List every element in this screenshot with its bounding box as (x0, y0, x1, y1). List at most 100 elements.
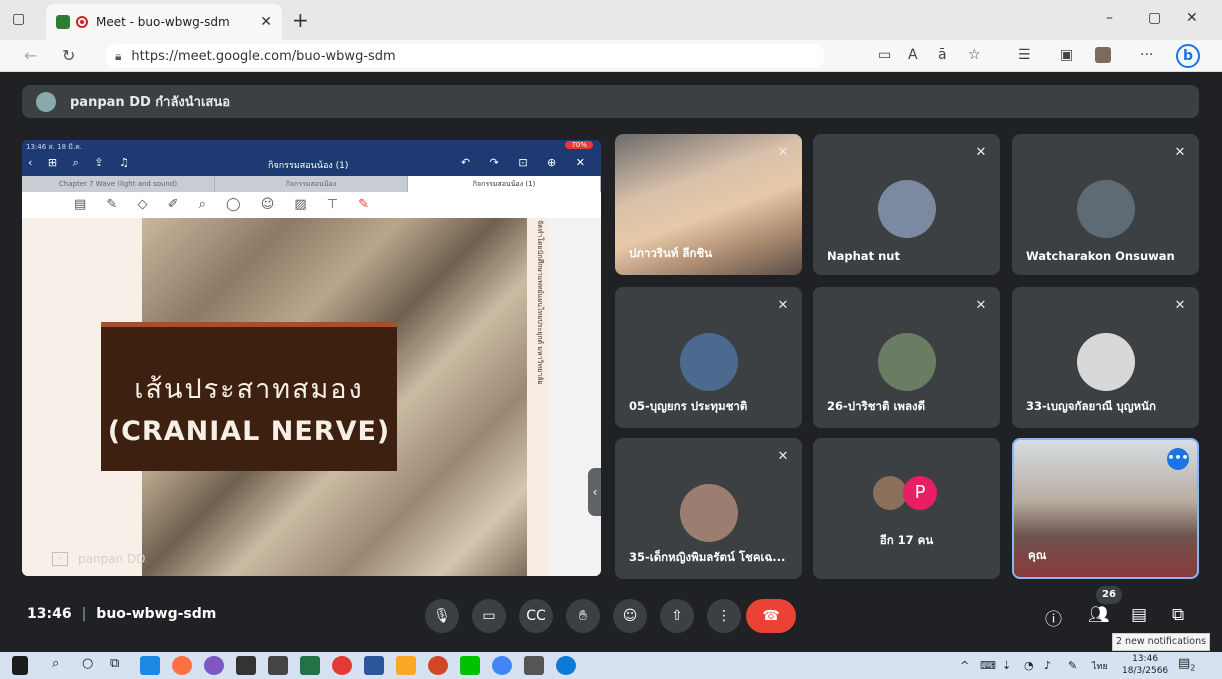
microphone-button[interactable]: 🎙︎ (425, 599, 459, 633)
captions-button[interactable]: CC (519, 599, 553, 633)
clock[interactable]: 13:46 18/3/2566 (1122, 653, 1168, 677)
participant-tile[interactable]: ✕ Watcharakon Onsuwan (1012, 134, 1199, 275)
file-explorer-icon[interactable] (396, 656, 416, 675)
powerpoint-icon[interactable] (428, 656, 448, 675)
self-tile[interactable]: ••• คุณ (1012, 438, 1199, 579)
address-toolbar: ← ↻ 🔒︎ https://meet.google.com/buo-wbwg-… (0, 40, 1222, 72)
mic-off-icon: ✕ (1174, 298, 1186, 313)
ipad-left-tools-icon: ‹ ⊞ ⌕ ⇪ ♫ (28, 156, 135, 169)
participant-tile[interactable]: ✕ 26-ปาริชาติ เพลงดี (813, 287, 1000, 428)
edge-icon[interactable] (556, 656, 576, 675)
meet-favicon-icon (56, 15, 70, 29)
avatar (679, 333, 738, 391)
word-icon[interactable] (364, 656, 384, 675)
windows-taskbar: ⌕ ○ ⧉ ^ ⌨︎ ⇣ ◔ ♪ ✎ ไทย 13:46 18/3/2566 ▤… (0, 652, 1222, 679)
excel-icon[interactable] (300, 656, 320, 675)
people-icon[interactable]: 👥︎ (1088, 605, 1110, 625)
refresh-icon[interactable]: ↻ (62, 46, 75, 65)
task-view-icon[interactable]: ⧉ (110, 656, 119, 671)
restore-button[interactable]: ▢ (1148, 10, 1161, 26)
read-aloud-icon[interactable]: A (908, 47, 918, 63)
messenger-icon[interactable] (204, 656, 224, 675)
ipad-tab: Chapter 7 Wave (light and sound) (22, 176, 215, 192)
presenter-label: ▿ panpan DD (34, 552, 145, 566)
chrome-profile-icon[interactable] (492, 656, 512, 675)
participant-tile[interactable]: ✕ Naphat nut (813, 134, 1000, 275)
clock-time: 13:46 (1132, 654, 1159, 664)
participant-tile[interactable]: ✕ 35-เด็กหญิงพิมลรัตน์ โชคเฉ... (615, 438, 802, 579)
avatar-letter: P (903, 476, 937, 510)
tab-actions-icon[interactable]: ▢ (12, 11, 25, 27)
line-icon[interactable] (460, 656, 480, 675)
avatar (1076, 333, 1135, 391)
action-center-icon[interactable]: ▤2 (1178, 656, 1195, 673)
favorites-list-icon[interactable]: ☰ (1018, 47, 1031, 63)
participant-tile[interactable]: ✕ 33-เบญจกัลยาณี บุญหนัก (1012, 287, 1199, 428)
activities-icon[interactable]: ⧉ (1172, 605, 1184, 625)
camera-button[interactable]: ▭ (472, 599, 506, 633)
more-options-icon[interactable]: ••• (1167, 448, 1189, 470)
search-icon[interactable]: ⌕ (52, 656, 59, 671)
mic-off-icon: ✕ (1174, 145, 1186, 160)
participant-tile[interactable]: ✕ ปภาวรินท์ ลีกชิน (615, 134, 802, 275)
mic-off-icon: ✕ (777, 449, 789, 464)
participant-name: Watcharakon Onsuwan (1026, 249, 1175, 263)
recording-icon (76, 16, 88, 28)
cortana-icon[interactable]: ○ (82, 656, 93, 671)
new-tab-button[interactable]: + (292, 8, 309, 32)
collections-icon[interactable]: ▣ (1060, 47, 1073, 63)
collapse-panel-handle[interactable]: ‹ (588, 468, 601, 516)
volume-icon[interactable]: ♪ (1044, 659, 1051, 672)
participant-name: 33-เบญจกัลยาณี บุญหนัก (1026, 399, 1156, 413)
start-icon[interactable] (12, 656, 28, 675)
bing-chat-icon[interactable]: b (1176, 44, 1200, 68)
avatar (877, 333, 936, 391)
more-options-button[interactable]: ⋮ (707, 599, 741, 633)
chrome-icon[interactable] (332, 656, 352, 675)
usb-icon[interactable]: ⇣ (1002, 659, 1011, 672)
keyboard-icon[interactable]: ⌨︎ (980, 659, 996, 672)
lock-icon: 🔒︎ (115, 48, 122, 63)
leave-call-button[interactable]: ☎︎ (746, 599, 796, 633)
store-icon[interactable] (236, 656, 256, 675)
participant-tile[interactable]: ✕ 05-บุญยกร ประทุมชาติ (615, 287, 802, 428)
slide-title-english: (CRANIAL NERVE) (107, 416, 391, 447)
mic-off-icon: ✕ (975, 298, 987, 313)
present-button[interactable]: ⇧ (660, 599, 694, 633)
avatar (877, 180, 936, 238)
mail-icon[interactable] (268, 656, 288, 675)
camera-site-icon[interactable]: ▭ (878, 47, 891, 63)
favorite-star-icon[interactable]: ☆ (968, 47, 981, 63)
presenting-banner: panpan DD กำลังนำเสนอ (22, 85, 1199, 118)
tab-close-icon[interactable]: ✕ (260, 14, 272, 30)
divider: | (81, 606, 87, 622)
close-window-button[interactable]: ✕ (1186, 10, 1198, 26)
meeting-time: 13:46 (27, 606, 72, 622)
address-bar[interactable]: 🔒︎ https://meet.google.com/buo-wbwg-sdm (105, 44, 825, 68)
ipad-tab-active: กิจกรรมสอนน้อง (1) (408, 176, 601, 192)
back-arrow-icon[interactable]: ← (24, 46, 37, 65)
raise-hand-button[interactable]: ✋︎ (566, 599, 600, 633)
ipad-topbar: 13:46 ส. 18 มี.ค. 70% ‹ ⊞ ⌕ ⇪ ♫ กิจกรรมส… (22, 140, 601, 176)
wifi-icon[interactable]: ◔ (1024, 659, 1034, 672)
mic-off-icon: ✕ (975, 145, 987, 160)
profile-avatar[interactable] (1095, 47, 1111, 63)
browser-tab-meet[interactable]: Meet - buo-wbwg-sdm ✕ (46, 4, 282, 40)
reactions-button[interactable]: ☺ (613, 599, 647, 633)
ipad-drawing-tools: ▤ ✎ ◇ ✐ ⌕ ◯ ☺ ▨ ⊤ ✎ (22, 192, 601, 218)
minimize-button[interactable]: – (1106, 10, 1113, 26)
presenter-avatar (36, 91, 56, 112)
others-tile[interactable]: P อีก 17 คน (813, 438, 1000, 579)
translate-icon[interactable]: ā (938, 47, 947, 63)
photos-icon[interactable] (524, 656, 544, 675)
more-menu-icon[interactable]: ··· (1140, 47, 1153, 63)
participant-name: Naphat nut (827, 249, 900, 263)
edge-legacy-icon[interactable] (140, 656, 160, 675)
language-indicator[interactable]: ไทย (1092, 659, 1108, 673)
meeting-details-icon[interactable]: ⓘ (1045, 605, 1062, 630)
firefox-icon[interactable] (172, 656, 192, 675)
pen-icon[interactable]: ✎ (1068, 659, 1077, 672)
tray-chevron-icon[interactable]: ^ (960, 659, 969, 672)
chat-icon[interactable]: ▤ (1131, 605, 1147, 625)
action-center-count: 2 (1190, 663, 1196, 673)
